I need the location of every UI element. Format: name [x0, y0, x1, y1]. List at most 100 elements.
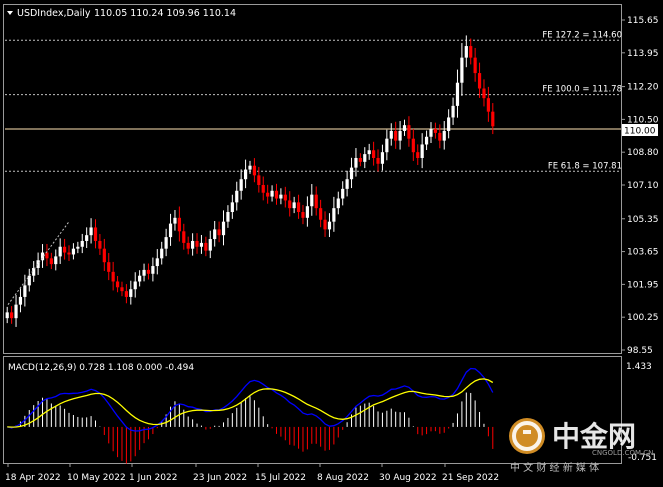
candle-body [155, 258, 159, 267]
time-tick-label: 1 Jun 2022 [129, 473, 177, 483]
candle-body [45, 252, 49, 259]
candle-body [416, 152, 420, 158]
candle-body [433, 129, 438, 133]
price-chart[interactable]: FE 127.2 = 114.60 FE 100.0 = 111.78 FE 61.… [0, 0, 663, 487]
candle-body [372, 150, 376, 158]
candle-body [89, 227, 93, 236]
candle-body [274, 190, 279, 199]
candle-body [411, 138, 415, 153]
candle-body [367, 150, 371, 155]
candle-body [261, 185, 265, 193]
time-tick-label: 10 May 2022 [67, 473, 126, 483]
candle-body [49, 258, 53, 265]
fib-level-label: FE 127.2 = 114.60 [542, 30, 622, 40]
candle-body [195, 240, 199, 247]
price-tick-label: 107.10 [627, 181, 659, 191]
price-tick-label: 103.65 [627, 248, 659, 258]
candle-body [146, 269, 151, 274]
candle-body [394, 130, 398, 141]
triangle-down-icon[interactable] [7, 11, 13, 15]
candle-body [102, 248, 106, 263]
price-tick-label: 105.35 [627, 215, 659, 225]
candle-body [270, 190, 274, 197]
candle-body [208, 239, 212, 251]
candle-body [402, 125, 407, 131]
time-tick-label: 21 Sep 2022 [442, 473, 499, 483]
symbol-label: USDIndex,Daily [17, 8, 91, 19]
candle-body [239, 179, 243, 191]
time-axis: 18 Apr 2022 10 May 2022 1 Jun 2022 23 Jun 2… [5, 463, 499, 483]
candle-body [111, 271, 115, 282]
candle-body [10, 312, 14, 319]
candle-body [173, 217, 177, 224]
candle-body [226, 212, 230, 222]
candle-body [221, 221, 226, 236]
candle-body [349, 167, 354, 180]
watermark: 中金网 CNGOLD.COM.CN 中 文 财 经 新 媒 体 [509, 418, 653, 474]
candle-body [98, 240, 102, 249]
candle-body [424, 136, 429, 145]
candle-body [438, 132, 442, 141]
candle-body [160, 248, 164, 259]
candle-body [5, 312, 9, 319]
candle-body [354, 157, 358, 168]
candle-body [142, 269, 146, 276]
cngold-logo-icon [509, 418, 545, 454]
candle-body [133, 281, 137, 290]
candle-body [186, 242, 190, 249]
candle-body [257, 175, 261, 185]
candle-body [486, 98, 490, 112]
candle-body [230, 202, 234, 213]
time-tick-label: 23 Jun 2022 [193, 473, 247, 483]
candle-body [71, 248, 76, 255]
candle-body [164, 237, 168, 249]
price-tick-label: 110.50 [627, 115, 659, 125]
candle-body [129, 289, 133, 297]
candle-body [460, 57, 464, 83]
watermark-slogan: 中 文 财 经 新 媒 体 [510, 461, 599, 474]
candle-body [138, 275, 142, 282]
candle-body [76, 246, 80, 249]
macd-axis-top: 1.433 [626, 362, 652, 372]
candle-body [124, 291, 128, 297]
candle-body [301, 212, 305, 218]
candle-body [93, 227, 98, 241]
time-tick-label: 15 Jul 2022 [255, 473, 306, 483]
candle-body [279, 194, 283, 199]
candle-body [482, 88, 486, 99]
price-tick-label: 115.65 [627, 16, 659, 26]
candlesticks [5, 35, 495, 327]
candle-body [319, 208, 323, 220]
candle-body [288, 200, 292, 209]
candle-body [363, 154, 367, 162]
time-tick-label: 8 Aug 2022 [317, 473, 369, 483]
candle-body [204, 242, 208, 251]
candle-body [115, 281, 120, 288]
candle-body [491, 111, 495, 127]
candle-body [213, 229, 217, 240]
candle-body [327, 221, 332, 230]
candle-body [442, 130, 446, 141]
candle-body [296, 202, 301, 213]
macd-indicator [7, 367, 494, 464]
candle-body [336, 198, 340, 209]
ohlc-values: 110.05 110.24 109.96 110.14 [94, 8, 236, 19]
candle-body [455, 82, 460, 106]
candle-body [451, 105, 455, 118]
candle-body [177, 217, 181, 232]
main-chart-frame [3, 4, 622, 354]
price-tick-label: 100.25 [627, 313, 659, 323]
fib-level-label: FE 100.0 = 111.78 [542, 85, 622, 95]
candle-body [314, 194, 318, 209]
candle-body [283, 194, 287, 201]
price-tick-label: 113.95 [627, 49, 659, 59]
price-axis: 115.65 113.95 112.20 110.50 108.80 107.10 105.… [621, 16, 659, 356]
candle-body [389, 130, 393, 139]
current-price-label: 110.00 [624, 127, 656, 137]
price-tick-label: 98.55 [627, 346, 653, 356]
candle-body [107, 262, 111, 272]
candle-body [182, 231, 186, 243]
candle-body [477, 73, 482, 89]
candle-body [380, 152, 385, 164]
candle-body [62, 246, 67, 253]
